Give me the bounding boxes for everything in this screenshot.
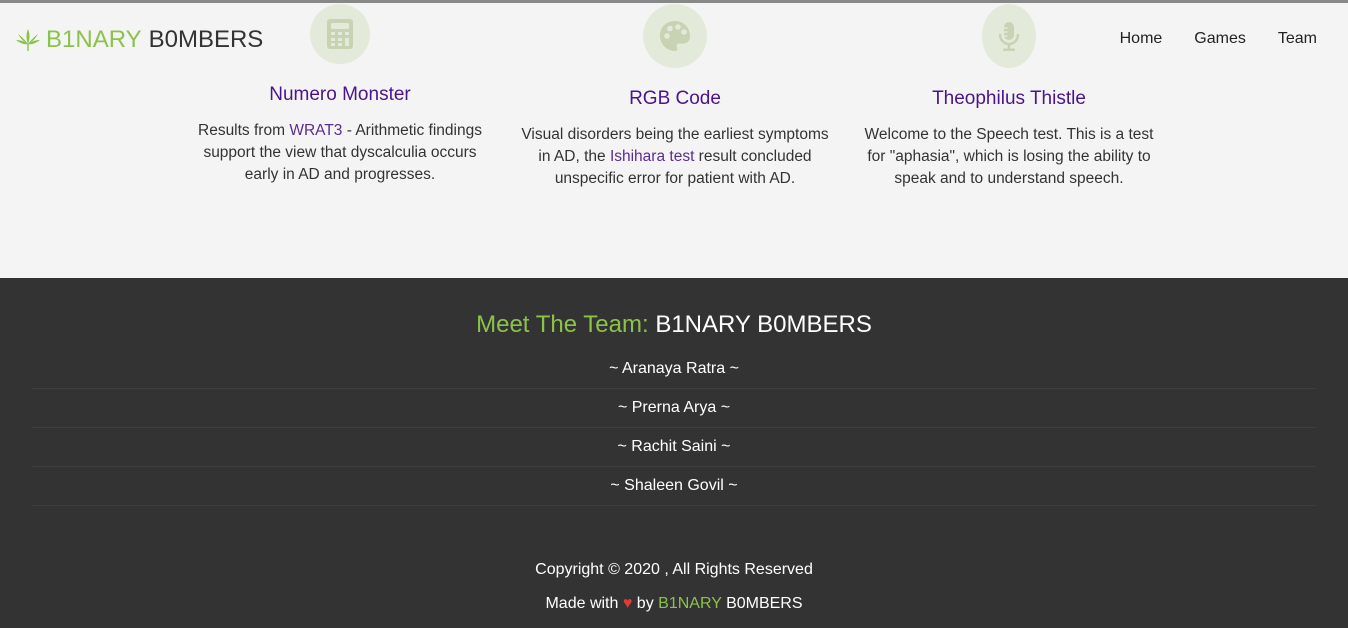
- calculator-icon-circle[interactable]: [310, 4, 370, 64]
- card-description: Results from WRAT3 - Arithmetic findings…: [198, 122, 482, 183]
- team-heading: Meet The Team: B1NARY B0MBERS: [0, 311, 1348, 339]
- brand-part1: B1NARY: [46, 26, 142, 53]
- team-member: ~ Shaleen Govil ~: [32, 467, 1316, 506]
- game-card-numero-monster: Numero Monster Results from WRAT3 - Arit…: [185, 4, 495, 186]
- card-title[interactable]: Theophilus Thistle: [854, 88, 1164, 110]
- copyright-text: Copyright © 2020 , All Rights Reserved: [535, 561, 813, 578]
- team-heading-label: Meet The Team:: [476, 311, 649, 338]
- team-section: Meet The Team: B1NARY B0MBERS ~ Aranaya …: [0, 278, 1348, 628]
- microphone-icon: [998, 22, 1020, 51]
- card-description: Visual disorders being the earliest symp…: [521, 126, 829, 187]
- team-member: ~ Rachit Saini ~: [32, 428, 1316, 467]
- palette-icon: [660, 21, 690, 51]
- games-section: B1NARY B0MBERS Home Games Team Numero Mo…: [0, 3, 1348, 278]
- team-member: ~ Prerna Arya ~: [32, 389, 1316, 428]
- team-member: ~ Aranaya Ratra ~: [32, 350, 1316, 389]
- ishihara-test-link[interactable]: Ishihara test: [610, 148, 694, 165]
- wrat3-link[interactable]: WRAT3: [289, 122, 342, 139]
- footer-brand-part2: B0MBERS: [726, 595, 803, 612]
- game-card-theophilus-thistle: Theophilus Thistle Welcome to the Speech…: [854, 4, 1164, 190]
- game-card-rgb-code: RGB Code Visual disorders being the earl…: [520, 4, 830, 190]
- card-title[interactable]: RGB Code: [520, 88, 830, 110]
- card-description: Welcome to the Speech test. This is a te…: [864, 126, 1154, 187]
- microphone-icon-circle[interactable]: [982, 4, 1036, 68]
- made-with-line: Made with ♥ by B1NARY B0MBERS: [545, 595, 803, 612]
- team-heading-name: B1NARY B0MBERS: [655, 311, 872, 338]
- team-members-list: ~ Aranaya Ratra ~ ~ Prerna Arya ~ ~ Rach…: [32, 350, 1316, 506]
- footer-brand-part1: B1NARY: [658, 595, 722, 612]
- heart-icon: ♥: [622, 595, 633, 612]
- calculator-icon: [327, 19, 353, 49]
- leaf-icon: [16, 29, 40, 51]
- nav-games[interactable]: Games: [1178, 30, 1262, 48]
- card-title[interactable]: Numero Monster: [185, 84, 495, 106]
- nav-team[interactable]: Team: [1262, 30, 1317, 48]
- palette-icon-circle[interactable]: [643, 4, 707, 68]
